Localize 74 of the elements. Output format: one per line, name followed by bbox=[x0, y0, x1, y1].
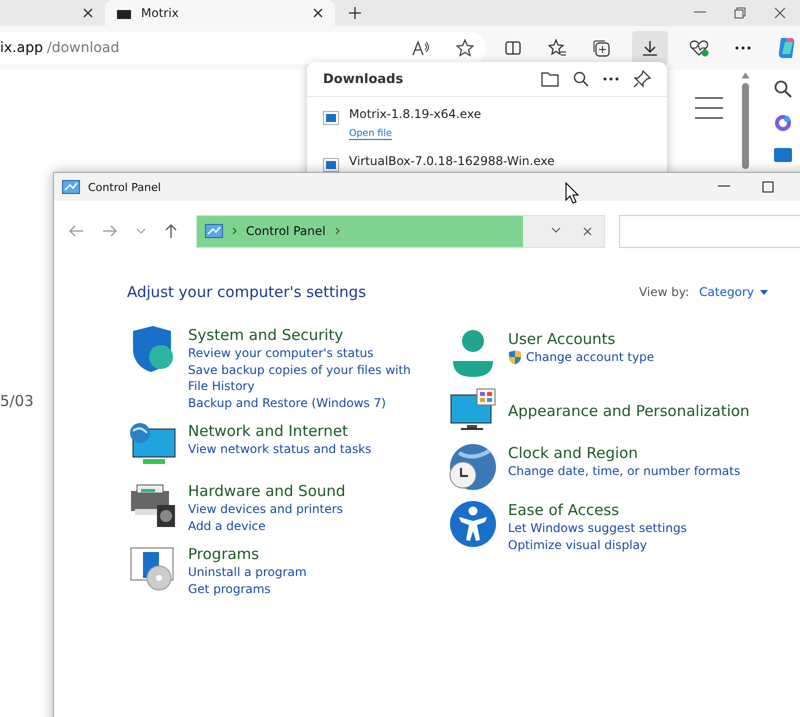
page-heading: Adjust your computer's settings bbox=[127, 283, 368, 301]
back-icon[interactable] bbox=[68, 224, 84, 238]
search-icon[interactable] bbox=[774, 80, 792, 98]
chevron-down-icon[interactable] bbox=[136, 228, 146, 234]
view-by-dropdown[interactable]: Category bbox=[699, 285, 768, 299]
maximize-icon[interactable] bbox=[762, 181, 774, 193]
address-bar[interactable]: Control Panel bbox=[196, 214, 605, 248]
control-panel-icon bbox=[62, 180, 80, 194]
close-icon[interactable] bbox=[313, 8, 323, 18]
address-bar[interactable]: ix.app /download bbox=[0, 32, 486, 64]
task-link[interactable]: Review your computer's status bbox=[188, 345, 413, 362]
breadcrumb-item[interactable]: Control Panel bbox=[246, 224, 326, 238]
browser-tab[interactable]: Motrix bbox=[105, 0, 335, 26]
more-icon[interactable] bbox=[735, 46, 751, 50]
file-name: VirtualBox-7.0.18-162988-Win.exe bbox=[349, 154, 555, 168]
task-link[interactable]: Change account type bbox=[508, 349, 654, 366]
file-name: Motrix-1.8.19-x64.exe bbox=[349, 107, 482, 121]
forward-icon[interactable] bbox=[102, 224, 118, 238]
category-title[interactable]: Clock and Region bbox=[508, 443, 740, 463]
read-aloud-icon[interactable] bbox=[412, 40, 430, 56]
accessibility-icon bbox=[449, 500, 497, 548]
task-link[interactable]: Uninstall a program bbox=[188, 564, 307, 580]
view-by-label: View by: bbox=[638, 285, 690, 299]
split-screen-icon[interactable] bbox=[505, 40, 521, 56]
category-title[interactable]: Ease of Access bbox=[508, 500, 687, 520]
task-link[interactable]: Add a device bbox=[188, 518, 346, 534]
window-title: Control Panel bbox=[88, 180, 161, 194]
page-text: 5/03 bbox=[0, 392, 34, 410]
star-icon[interactable] bbox=[456, 39, 474, 57]
category-title[interactable]: Programs bbox=[188, 544, 307, 564]
task-link[interactable]: Get programs bbox=[188, 580, 307, 597]
downloads-button[interactable] bbox=[632, 31, 668, 65]
scroll-up-icon[interactable] bbox=[741, 72, 750, 79]
scrollbar-thumb[interactable] bbox=[742, 83, 749, 169]
caret-icon bbox=[760, 290, 768, 294]
category-title[interactable]: Hardware and Sound bbox=[188, 481, 346, 501]
pin-icon[interactable] bbox=[633, 70, 651, 88]
more-icon[interactable] bbox=[603, 77, 619, 81]
file-icon bbox=[323, 111, 339, 125]
task-link[interactable]: View network status and tasks bbox=[188, 441, 372, 458]
menu-icon[interactable] bbox=[694, 96, 724, 120]
category-title[interactable]: User Accounts bbox=[508, 329, 654, 349]
task-link[interactable]: Backup and Restore (Windows 7) bbox=[188, 394, 413, 411]
app-icon[interactable] bbox=[774, 114, 792, 132]
up-icon[interactable] bbox=[164, 223, 178, 239]
control-panel-icon bbox=[205, 224, 223, 238]
app-icon bbox=[117, 8, 131, 18]
panel-title: Downloads bbox=[323, 72, 404, 86]
new-tab-icon[interactable] bbox=[349, 7, 361, 19]
favorites-icon[interactable] bbox=[548, 39, 566, 57]
category-title[interactable]: Network and Internet bbox=[188, 421, 372, 441]
open-file-link[interactable]: Open file bbox=[349, 128, 392, 140]
task-link[interactable]: Change date, time, or number formats bbox=[508, 463, 740, 480]
task-link[interactable]: Let Windows suggest settings bbox=[508, 520, 687, 536]
chevron-right-icon bbox=[232, 227, 237, 235]
search-field[interactable] bbox=[618, 214, 800, 248]
category-title[interactable]: Appearance and Personalization bbox=[508, 401, 750, 421]
collections-icon[interactable] bbox=[592, 39, 610, 57]
close-icon[interactable] bbox=[774, 7, 786, 19]
restore-icon[interactable] bbox=[734, 7, 746, 19]
shield-icon bbox=[508, 350, 522, 365]
heart-pulse-icon[interactable] bbox=[689, 39, 709, 57]
globe-clock-icon bbox=[449, 443, 497, 491]
task-link[interactable]: View devices and printers bbox=[188, 501, 346, 518]
category-title[interactable]: System and Security bbox=[188, 325, 413, 345]
clear-icon[interactable] bbox=[582, 226, 592, 236]
folder-icon[interactable] bbox=[541, 71, 559, 87]
task-link[interactable]: Save backup copies of your files with File History bbox=[188, 362, 413, 394]
search-icon[interactable] bbox=[573, 71, 589, 87]
chevron-right-icon[interactable] bbox=[334, 227, 340, 235]
download-icon bbox=[642, 40, 658, 56]
chevron-down-icon[interactable] bbox=[550, 226, 561, 232]
task-link[interactable]: Optimize visual display bbox=[508, 536, 687, 553]
close-icon[interactable] bbox=[83, 8, 93, 18]
